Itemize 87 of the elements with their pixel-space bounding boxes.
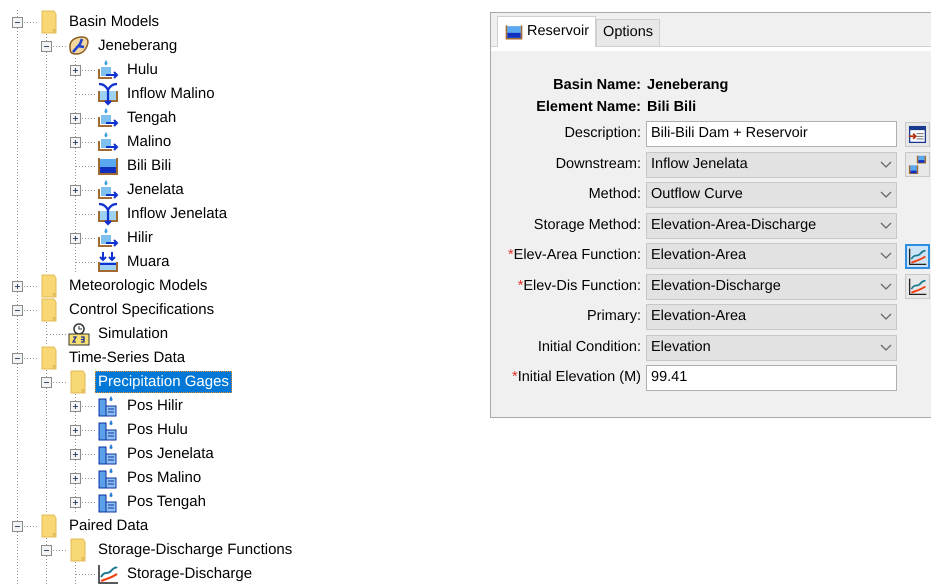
field-value: Bili Bili — [646, 98, 696, 118]
tree-item-label[interactable]: Malino — [124, 131, 174, 153]
junction-icon — [96, 202, 120, 226]
field-label: Primary: — [586, 307, 642, 326]
field-label: Element Name: — [535, 98, 642, 118]
expand-toggle[interactable] — [70, 448, 81, 460]
caret-icon — [880, 344, 892, 352]
subbasin-icon — [96, 106, 120, 130]
field-label: *Initial Elevation (M) — [511, 368, 642, 388]
tree-item-label[interactable]: Storage-Discharge — [124, 563, 256, 585]
tree-item-label[interactable]: Pos Hilir — [124, 395, 186, 417]
tree-item-label[interactable]: Precipitation Gages — [95, 371, 232, 393]
collapse-toggle[interactable] — [12, 304, 23, 316]
sink-icon — [96, 250, 120, 274]
tree-item-label[interactable]: Tengah — [124, 107, 180, 129]
collapse-toggle[interactable] — [41, 376, 52, 388]
subbasin-icon — [96, 58, 120, 82]
caret-icon — [880, 282, 892, 291]
caret-icon — [880, 160, 892, 169]
field-label: Downstream: — [554, 154, 642, 174]
field-label: Basin Name: — [552, 76, 642, 96]
caret-icon — [880, 222, 892, 230]
collapse-toggle[interactable] — [41, 544, 52, 556]
tree-item-label[interactable]: Hulu — [124, 59, 161, 81]
tree-item-label[interactable]: Control Specifications — [66, 299, 218, 321]
dropdown[interactable]: Outflow Curve — [646, 182, 897, 208]
tab[interactable]: Options — [596, 19, 660, 46]
expand-toggle[interactable] — [70, 424, 81, 436]
field-label: *Elev-Area Function: — [507, 246, 642, 266]
function-button[interactable] — [905, 122, 930, 147]
subbasin-icon — [96, 226, 120, 250]
junction-icon — [96, 82, 120, 106]
tree-item-label[interactable]: Muara — [124, 251, 173, 273]
dropdown[interactable]: Inflow Jenelata — [646, 152, 897, 178]
clock-calendar-icon — [67, 322, 91, 346]
expand-toggle[interactable] — [70, 472, 81, 484]
function-button[interactable] — [905, 244, 930, 269]
expand-toggle[interactable] — [70, 112, 81, 124]
function-button[interactable] — [905, 152, 930, 178]
field-label: *Elev-Dis Function: — [516, 276, 642, 296]
tree-item-label[interactable]: Hilir — [124, 227, 156, 249]
field-label: Storage Method: — [532, 216, 642, 235]
dropdown[interactable]: Elevation — [646, 334, 897, 361]
tree-item-label[interactable]: Jeneberang — [95, 35, 180, 57]
subbasin-icon — [96, 178, 120, 202]
tree-item-label[interactable]: Storage-Discharge Functions — [95, 539, 296, 561]
tree-item-label[interactable]: Pos Jenelata — [124, 443, 217, 465]
caret-icon — [880, 313, 892, 322]
tree-item-label[interactable]: Simulation — [95, 323, 172, 345]
collapse-toggle[interactable] — [12, 16, 23, 28]
collapse-toggle[interactable] — [41, 40, 52, 52]
caret-icon — [880, 191, 892, 200]
tree-item-label[interactable]: Pos Hulu — [124, 419, 191, 441]
tree-item-label[interactable]: Paired Data — [66, 515, 152, 537]
tree-item-label[interactable]: Pos Malino — [124, 467, 204, 489]
tree-item-label[interactable]: Basin Models — [66, 11, 162, 33]
tree-item-label[interactable]: Time-Series Data — [66, 347, 188, 369]
expand-toggle[interactable] — [70, 64, 81, 76]
text-field[interactable]: 99.41 — [646, 365, 897, 392]
subbasin-icon — [96, 130, 120, 154]
tree-item-label[interactable]: Inflow Malino — [124, 83, 218, 105]
field-value: Jeneberang — [646, 76, 728, 96]
expand-toggle[interactable] — [70, 184, 81, 196]
tree-item-label[interactable]: Bili Bili — [124, 155, 174, 177]
collapse-toggle[interactable] — [12, 520, 23, 532]
expand-toggle[interactable] — [70, 496, 81, 508]
expand-toggle[interactable] — [70, 232, 81, 244]
curve-icon — [96, 562, 120, 586]
dropdown[interactable]: Elevation-Discharge — [646, 274, 897, 300]
expand-toggle[interactable] — [12, 280, 23, 292]
tree-item-label[interactable]: Meteorologic Models — [66, 275, 210, 297]
expand-toggle[interactable] — [70, 400, 81, 412]
tree-item-label[interactable]: Inflow Jenelata — [124, 203, 230, 225]
tree-item-label[interactable]: Pos Tengah — [124, 491, 209, 513]
caret-icon — [880, 252, 892, 260]
dropdown[interactable]: Elevation-Area-Discharge — [646, 212, 897, 239]
expand-toggle[interactable] — [70, 136, 81, 148]
function-button[interactable] — [905, 274, 930, 300]
field-label: Initial Condition: — [536, 338, 642, 357]
field-label: Method: — [588, 185, 642, 204]
collapse-toggle[interactable] — [12, 352, 23, 364]
field-label: Description: — [563, 124, 642, 144]
dropdown[interactable]: Elevation-Area — [646, 304, 897, 330]
text-field[interactable]: Bili-Bili Dam + Reservoir — [646, 121, 897, 148]
tree-item-label[interactable]: Jenelata — [124, 179, 187, 201]
tab[interactable]: Reservoir — [497, 16, 596, 47]
dropdown[interactable]: Elevation-Area — [646, 243, 897, 270]
